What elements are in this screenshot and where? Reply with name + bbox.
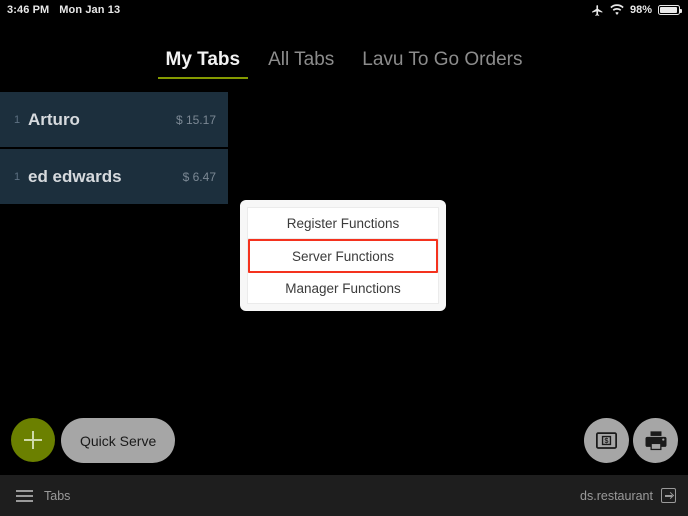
table-row[interactable]: 1 ed edwards $ 6.47 [0, 149, 228, 204]
tab-all-tabs[interactable]: All Tabs [254, 44, 348, 83]
table-row[interactable]: 1 Arturo $ 15.17 [0, 92, 228, 147]
status-date: Mon Jan 13 [59, 4, 121, 16]
hamburger-menu-icon [16, 489, 33, 502]
battery-percent: 98% [629, 4, 652, 16]
account-logout[interactable]: ds.restaurant [580, 488, 676, 503]
status-bar-left: 3:46 PM Mon Jan 13 [0, 0, 120, 20]
tab-row-quantity: 1 [14, 113, 21, 126]
tab-row-amount: $ 6.47 [182, 169, 216, 184]
status-bar: 3:46 PM Mon Jan 13 98% [0, 0, 688, 20]
menu-item-server-functions[interactable]: Server Functions [248, 239, 438, 273]
functions-modal: Register Functions Server Functions Mana… [240, 200, 446, 311]
tab-row-amount: $ 15.17 [175, 112, 216, 127]
account-label: ds.restaurant [580, 488, 653, 503]
tab-bar: My Tabs All Tabs Lavu To Go Orders [0, 44, 688, 91]
cash-drawer-button[interactable]: $ [584, 418, 629, 463]
status-bar-right: 98% [591, 0, 688, 20]
cash-drawer-icon: $ [596, 432, 617, 449]
logout-icon [661, 488, 676, 503]
print-button[interactable] [633, 418, 678, 463]
menu-toggle[interactable]: Tabs [16, 489, 70, 503]
tab-row-name: Arturo [28, 109, 80, 129]
tab-list: 1 Arturo $ 15.17 1 ed edwards $ 6.47 [0, 92, 228, 204]
tab-row-name: ed edwards [28, 166, 122, 186]
app-root: 3:46 PM Mon Jan 13 98% My Tabs All Tabs … [0, 0, 688, 516]
tab-row-quantity: 1 [14, 170, 21, 183]
tab-lavu-to-go-orders[interactable]: Lavu To Go Orders [348, 44, 536, 83]
printer-icon [645, 430, 667, 451]
menu-item-manager-functions[interactable]: Manager Functions [248, 273, 438, 303]
battery-icon [658, 5, 683, 15]
quick-serve-button[interactable]: Quick Serve [61, 418, 176, 463]
bottom-bar: Tabs ds.restaurant [0, 475, 688, 516]
wifi-icon [610, 4, 624, 16]
menu-label: Tabs [44, 488, 71, 503]
svg-text:$: $ [604, 436, 609, 445]
airplane-icon [591, 4, 604, 17]
add-tab-button[interactable] [11, 418, 55, 462]
tab-my-tabs[interactable]: My Tabs [152, 44, 255, 83]
menu-item-register-functions[interactable]: Register Functions [248, 208, 438, 239]
functions-modal-inner: Register Functions Server Functions Mana… [247, 207, 439, 304]
status-time: 3:46 PM [7, 4, 50, 16]
